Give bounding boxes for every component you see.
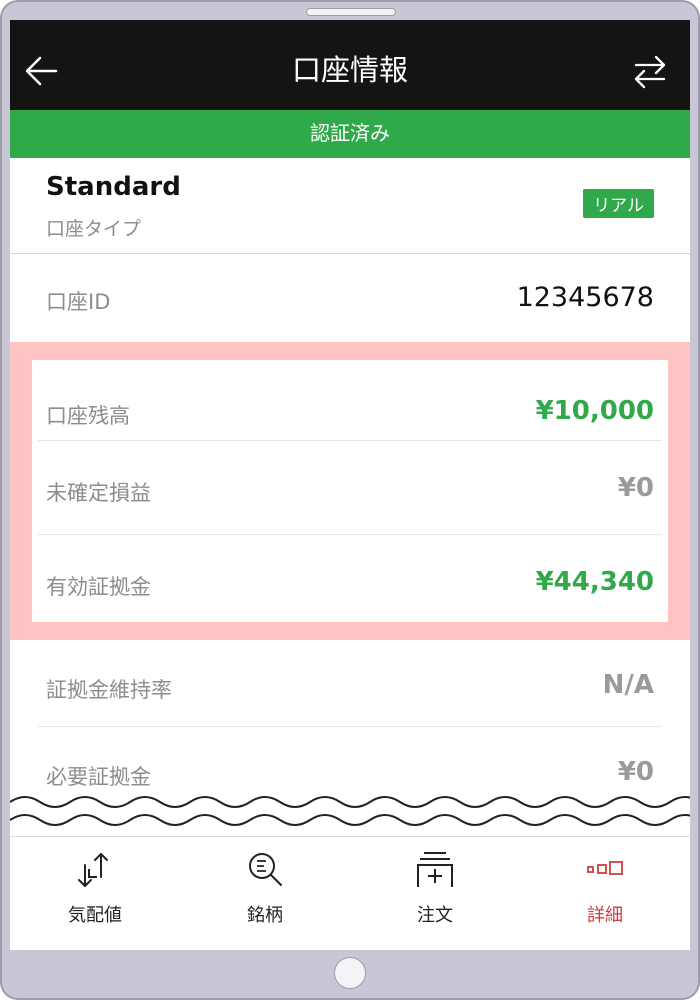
tab-details-label: 詳細 xyxy=(587,905,623,926)
app-bar: 口座情報 xyxy=(10,20,690,110)
highlighted-balance-section: 口座残高 ¥10,000 未確定損益 ¥0 有効証拠金 ¥44,340 xyxy=(10,342,690,640)
margin-level-label: 証拠金維持率 xyxy=(46,678,172,702)
tab-order-label: 注文 xyxy=(417,905,453,926)
screen: 口座情報 認証済み Standard 口座タイプ リアル 口座ID 123456… xyxy=(10,20,690,950)
account-id-label: 口座ID xyxy=(46,290,111,314)
tab-details[interactable]: 詳細 xyxy=(520,837,690,950)
quotes-icon xyxy=(78,853,108,887)
switch-account-icon[interactable] xyxy=(632,53,668,89)
account-id-value: 12345678 xyxy=(516,282,654,313)
tab-quotes-label: 気配値 xyxy=(68,905,122,926)
unrealized-pnl-value: ¥0 xyxy=(617,473,654,503)
home-button[interactable] xyxy=(334,957,366,989)
order-icon xyxy=(417,852,453,887)
balance-value: ¥10,000 xyxy=(535,396,654,426)
device-frame: 口座情報 認証済み Standard 口座タイプ リアル 口座ID 123456… xyxy=(0,0,700,1000)
margin-level-row: 証拠金維持率 N/A xyxy=(10,640,690,734)
device-speaker xyxy=(306,8,396,16)
balance-label: 口座残高 xyxy=(46,404,130,428)
tab-quotes[interactable]: 気配値 xyxy=(10,837,180,950)
verification-status-bar: 認証済み xyxy=(10,110,690,158)
account-id-row: 口座ID 12345678 xyxy=(10,254,690,342)
bottom-tab-bar: 気配値 銘柄 注文 詳細 xyxy=(10,836,690,950)
equity-row: 有効証拠金 ¥44,340 xyxy=(32,535,668,628)
equity-label: 有効証拠金 xyxy=(46,575,151,599)
account-type-name: Standard xyxy=(46,172,181,202)
margin-level-value: N/A xyxy=(602,670,654,700)
details-icon xyxy=(587,861,623,875)
account-type-label: 口座タイプ xyxy=(46,218,142,240)
account-type-row: Standard 口座タイプ リアル xyxy=(10,158,690,254)
equity-value: ¥44,340 xyxy=(535,567,654,597)
unrealized-pnl-label: 未確定損益 xyxy=(46,481,151,505)
page-title: 口座情報 xyxy=(291,53,408,87)
tab-symbols-label: 銘柄 xyxy=(247,905,283,926)
balance-card: 口座残高 ¥10,000 未確定損益 ¥0 有効証拠金 ¥44,340 xyxy=(32,360,668,622)
tab-order[interactable]: 注文 xyxy=(350,837,520,950)
symbol-search-icon xyxy=(249,853,282,886)
unrealized-pnl-row: 未確定損益 ¥0 xyxy=(32,441,668,534)
real-account-badge: リアル xyxy=(583,189,654,218)
tab-symbols[interactable]: 銘柄 xyxy=(180,837,350,950)
